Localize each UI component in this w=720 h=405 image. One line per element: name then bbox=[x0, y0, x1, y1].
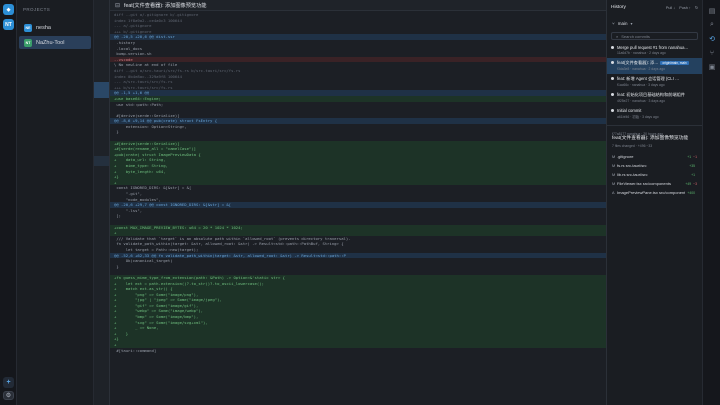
file-name: ImagePreviewPane.tsx src/components/view… bbox=[617, 190, 685, 195]
chevron-down-icon: ▾ bbox=[630, 21, 633, 26]
file-name: fs.rs src-tauri/src bbox=[617, 163, 647, 168]
commit-message-text: Initial commit bbox=[617, 108, 642, 113]
projects-list: NE nesha NT NaZhu-Tool bbox=[17, 21, 93, 49]
home-icon: ◆ bbox=[6, 6, 11, 13]
active-project-button[interactable]: NT bbox=[3, 19, 14, 30]
commit-dot-icon bbox=[611, 109, 614, 112]
project-badge: NT bbox=[24, 38, 32, 47]
diff-title: feat(文件查看器): 添加图像预览功能 bbox=[124, 2, 207, 9]
projects-sidebar: PROJECTS NE nesha NT NaZhu-Tool bbox=[17, 0, 94, 405]
home-button[interactable]: ◆ bbox=[3, 4, 14, 15]
search-panel-icon[interactable]: ⌕ bbox=[707, 20, 717, 30]
commit-meta: f1ac66c · nanahua · 3 days ago bbox=[617, 83, 665, 87]
commit-message: feat: 新增 Agent 会话管理 (CLI … bbox=[617, 76, 698, 82]
commit-message-text: feat: 初始化项目基础结构和前端组件 bbox=[617, 92, 685, 97]
commit-meta: a61bf46 · 初始 · 3 days ago bbox=[617, 115, 659, 119]
commit-dot-icon bbox=[611, 77, 614, 80]
push-label: Push bbox=[679, 5, 688, 10]
left-rail: ◆ NT + ⚙ bbox=[0, 0, 17, 405]
search-commits-input[interactable]: ⌕ Search commits bbox=[611, 32, 698, 40]
commit-message-text: feat(文件查看器): 添… bbox=[617, 60, 659, 65]
history-title: History bbox=[611, 5, 626, 10]
project-item[interactable]: NT NaZhu-Tool bbox=[19, 36, 91, 49]
diff-header: ⊟ feat(文件查看器): 添加图像预览功能 bbox=[110, 0, 606, 11]
file-name: FileViewer.tsx src/components bbox=[617, 181, 671, 186]
refresh-icon[interactable]: ↻ bbox=[695, 5, 698, 10]
selected-commit-message: feat(文件查看器): 添加图像预览功能 bbox=[612, 136, 689, 141]
branch-name: main bbox=[617, 21, 628, 26]
project-item[interactable]: NE nesha bbox=[19, 21, 91, 34]
project-badge: NE bbox=[24, 23, 32, 32]
changed-files-list: M .gitignore +1 −1 Mfs.rs src-tauri/src +35 Ml… bbox=[607, 152, 702, 197]
background-panel-strip bbox=[94, 0, 109, 405]
additions-count: +400 bbox=[687, 190, 695, 195]
history-panel: History Pull ↓ Push ↑ ↻ ⑂ main ▾ ⌕ Searc… bbox=[606, 0, 702, 405]
commit-message: Merge pull request #1 from nanahua... bbox=[617, 45, 698, 50]
commit-message-text: feat: 新增 Agent 会话管理 (CLI … bbox=[617, 76, 680, 81]
additions-count: +49 bbox=[685, 181, 692, 186]
commit-message: feat(文件查看器): 添… origin/main, main bbox=[617, 60, 698, 66]
project-name: nesha bbox=[36, 24, 51, 31]
additions-count: +1 bbox=[687, 154, 692, 159]
search-placeholder: Search commits bbox=[621, 33, 650, 39]
changed-file-item[interactable]: M .gitignore +1 −1 bbox=[607, 152, 702, 161]
commit-meta: f3da3e8 · nanahua · 2 days ago bbox=[617, 67, 666, 71]
branch-tag: origin/main, main bbox=[660, 61, 689, 65]
settings-button[interactable]: ⚙ bbox=[3, 391, 14, 400]
diff-panel: ⊟ feat(文件查看器): 添加图像预览功能 diff --git a/.gi… bbox=[109, 0, 606, 405]
push-button[interactable]: Push ↑ bbox=[679, 6, 691, 10]
commit-item[interactable]: feat: 初始化项目基础结构和前端组件 4f25e27 · nanahua · … bbox=[607, 90, 702, 106]
commit-item[interactable]: feat(文件查看器): 添… origin/main, main f3da3e8 … bbox=[607, 58, 702, 74]
terminal-icon[interactable]: ▣ bbox=[707, 62, 717, 72]
add-project-button[interactable]: + bbox=[3, 377, 14, 388]
projects-header: PROJECTS bbox=[23, 7, 51, 12]
commit-item[interactable]: Initial commit a61bf46 · 初始 · 3 days ago bbox=[607, 106, 702, 122]
commit-meta: 4f25e27 · nanahua · 3 days ago bbox=[617, 99, 666, 103]
right-icon-rail: ▤ ⌕ ⟲ ⑂ ▣ bbox=[702, 0, 720, 405]
file-name: lib.rs src-tauri/src bbox=[617, 172, 648, 177]
selected-commit-summary: 7 files changed · +496 −33 bbox=[612, 144, 653, 148]
changed-file-item[interactable]: Mlib.rs src-tauri/src +1 bbox=[607, 170, 702, 179]
commit-list: Merge pull request #1 from nanahua... 11a… bbox=[607, 43, 702, 122]
history-header: History Pull ↓ Push ↑ ↻ bbox=[607, 0, 702, 15]
project-name: NaZhu-Tool bbox=[36, 39, 65, 46]
file-name: .gitignore bbox=[617, 154, 634, 159]
changed-file-item[interactable]: M FileViewer.tsx src/components +49 −3 bbox=[607, 179, 702, 188]
search-icon: ⌕ bbox=[616, 33, 619, 39]
diff-line-ctx: #[tauri::command] bbox=[114, 347, 157, 353]
commit-dot-icon bbox=[611, 61, 614, 64]
background-strip-highlight-2 bbox=[94, 156, 109, 166]
git-branch-icon[interactable]: ⑂ bbox=[707, 48, 717, 58]
commit-item[interactable]: Merge pull request #1 from nanahua... 11a… bbox=[607, 43, 702, 58]
changed-file-item[interactable]: Mfs.rs src-tauri/src +35 bbox=[607, 161, 702, 170]
branch-selector[interactable]: ⑂ main ▾ bbox=[607, 15, 702, 29]
history-icon[interactable]: ⟲ bbox=[707, 34, 717, 44]
changed-file-item[interactable]: AImagePreviewPane.tsx src/components/vie… bbox=[607, 188, 702, 197]
branch-icon: ⑂ bbox=[612, 21, 615, 26]
commit-dot-icon bbox=[611, 46, 614, 49]
diff-content[interactable]: diff --git a/.gitignore b/.gitignore inde… bbox=[110, 12, 606, 405]
pull-button[interactable]: Pull ↓ bbox=[666, 6, 675, 10]
collapse-icon[interactable]: ⊟ bbox=[115, 2, 120, 9]
deletions-count: −3 bbox=[693, 181, 697, 186]
commit-item[interactable]: feat: 新增 Agent 会话管理 (CLI … f1ac66c · nana… bbox=[607, 74, 702, 90]
commit-dot-icon bbox=[611, 93, 614, 96]
pull-label: Pull bbox=[665, 5, 673, 10]
deletions-count: −1 bbox=[693, 154, 697, 159]
additions-count: +35 bbox=[689, 163, 695, 168]
commit-message: feat: 初始化项目基础结构和前端组件 bbox=[617, 92, 698, 98]
commit-meta: 11a6d7b · nanahua · 2 days ago bbox=[617, 51, 666, 55]
commit-message: Initial commit bbox=[617, 108, 698, 113]
background-strip-highlight bbox=[94, 82, 109, 98]
additions-count: +1 bbox=[691, 172, 695, 177]
commit-message-text: Merge pull request #1 from nanahua... bbox=[617, 45, 688, 50]
gear-icon: ⚙ bbox=[5, 393, 12, 399]
files-icon[interactable]: ▤ bbox=[707, 6, 717, 16]
selected-commit-detail: f77a8177 nanahua · 20 hours ago feat(文件查… bbox=[607, 125, 702, 152]
